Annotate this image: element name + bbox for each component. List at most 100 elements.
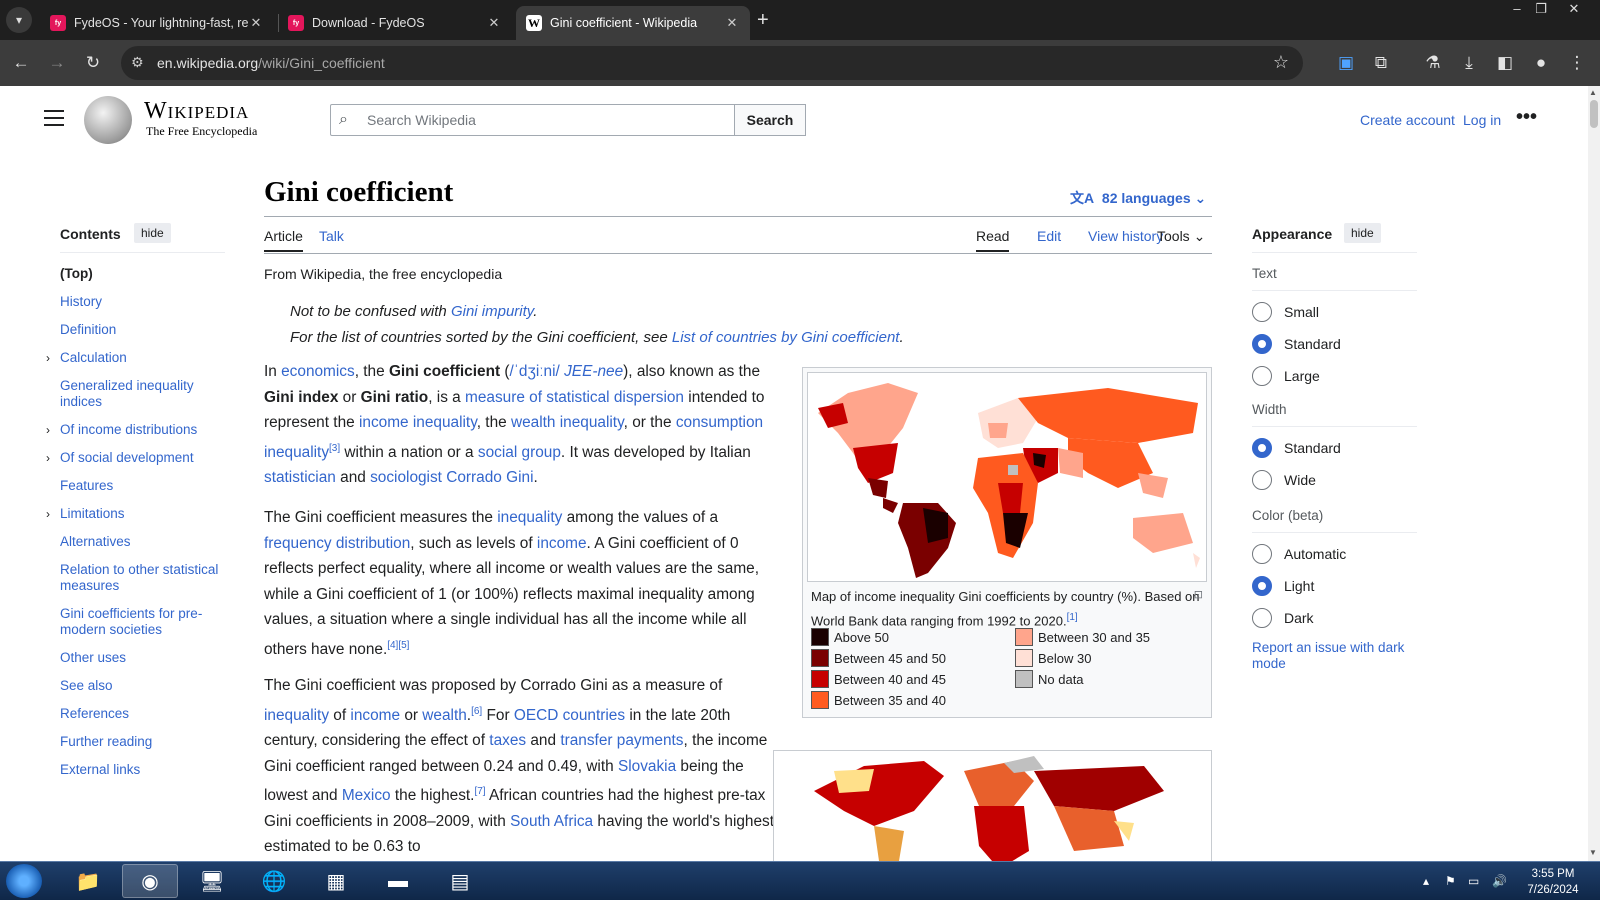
system-clock[interactable]: 3:55 PM 7/26/2024 [1518, 866, 1588, 898]
list-of-countries-link[interactable]: List of countries by Gini coefficient [672, 329, 900, 346]
download-icon[interactable]: ⤓ [1456, 50, 1482, 76]
radio-text-standard[interactable]: Standard [1252, 334, 1341, 354]
toc-item[interactable]: › Limitations [46, 506, 225, 522]
respelling-link[interactable]: JEE-nee [564, 363, 623, 380]
radio-width-wide[interactable]: Wide [1252, 470, 1316, 490]
radio-color-automatic[interactable]: Automatic [1252, 544, 1346, 564]
action-center-flag-icon[interactable]: ⚑ [1445, 874, 1456, 888]
article-link[interactable]: wealth inequality [511, 414, 624, 431]
site-info-icon[interactable]: ⚙ [131, 54, 144, 71]
expand-chevron-icon[interactable]: › [46, 422, 50, 438]
side-panel-icon[interactable]: ◧ [1492, 50, 1518, 76]
tab-edit[interactable]: Edit [1037, 228, 1061, 244]
article-link[interactable]: income [350, 707, 400, 724]
radio-color-dark[interactable]: Dark [1252, 608, 1314, 628]
new-tab-icon[interactable]: + [757, 9, 769, 32]
document-icon[interactable]: ▤ [432, 864, 488, 898]
toc-item[interactable]: › Of social development [46, 450, 225, 466]
citation[interactable]: [3] [329, 443, 340, 454]
radio-button[interactable] [1252, 544, 1272, 564]
restore-icon[interactable]: ❐ [1529, 0, 1553, 18]
languages-button[interactable]: 文A 82 languages ⌄ [1070, 188, 1206, 208]
toc-item[interactable]: Relation to other statistical measures [60, 562, 225, 594]
chrome-taskbar-icon[interactable]: ◉ [122, 864, 178, 898]
close-tab-icon[interactable]: ✕ [486, 15, 502, 31]
radio-button[interactable] [1252, 470, 1272, 490]
wikipedia-wordmark[interactable]: Wikipedia [144, 98, 249, 125]
toc-item[interactable]: Features [60, 478, 225, 494]
radio-button[interactable] [1252, 576, 1272, 596]
toc-item[interactable]: › Calculation [46, 350, 225, 366]
radio-button[interactable] [1252, 334, 1272, 354]
main-menu-icon[interactable] [44, 110, 64, 126]
tab-article[interactable]: Article [264, 228, 303, 252]
appearance-hide-button[interactable]: hide [1344, 223, 1381, 243]
browser-tab[interactable]: fy Download - FydeOS ✕ [278, 6, 512, 40]
radio-color-light[interactable]: Light [1252, 576, 1314, 596]
toc-item[interactable]: See also [60, 678, 225, 694]
enlarge-icon[interactable]: ⊡ [1194, 588, 1203, 601]
article-link[interactable]: wealth [422, 707, 467, 724]
menu-kebab-icon[interactable]: ⋮ [1564, 50, 1590, 76]
minimize-icon[interactable]: – [1505, 0, 1529, 18]
toc-item[interactable]: References [60, 706, 225, 722]
article-link[interactable]: OECD countries [514, 707, 625, 724]
radio-button[interactable] [1252, 608, 1272, 628]
tools-menu[interactable]: Tools ⌄ [1157, 228, 1205, 245]
second-map-figure[interactable] [773, 750, 1212, 870]
scroll-up-icon[interactable]: ▲ [1589, 88, 1597, 97]
start-button[interactable] [6, 864, 42, 898]
citation[interactable]: [4][5] [387, 640, 409, 651]
radio-button[interactable] [1252, 366, 1272, 386]
article-link[interactable]: transfer payments [560, 732, 683, 749]
citation[interactable]: [6] [471, 706, 482, 717]
office-icon[interactable]: ▦ [308, 864, 364, 898]
extensions-icon[interactable]: ⧉ [1368, 50, 1394, 76]
radio-text-large[interactable]: Large [1252, 366, 1320, 386]
article-link[interactable]: taxes [489, 732, 526, 749]
toc-item[interactable]: Further reading [60, 734, 225, 750]
article-link[interactable]: income inequality [359, 414, 477, 431]
create-account-link[interactable]: Create account [1360, 112, 1455, 128]
toc-item[interactable]: (Top) [60, 266, 225, 282]
article-link[interactable]: frequency distribution [264, 535, 410, 552]
close-tab-icon[interactable]: ✕ [724, 15, 740, 31]
article-link[interactable]: measure of statistical dispersion [465, 389, 684, 406]
report-dark-mode-link[interactable]: Report an issue with dark mode [1252, 640, 1417, 672]
radio-button[interactable] [1252, 302, 1272, 322]
toc-hide-button[interactable]: hide [134, 223, 171, 243]
tab-view-history[interactable]: View history [1088, 228, 1163, 244]
scrollbar-thumb[interactable] [1590, 100, 1598, 128]
tab-read[interactable]: Read [976, 228, 1010, 252]
tab-talk[interactable]: Talk [319, 228, 344, 244]
terminal-icon[interactable]: ▬ [370, 864, 426, 898]
browser-tab[interactable]: fy FydeOS - Your lightning-fast, re ✕ [40, 6, 274, 40]
citation[interactable]: [1] [1067, 612, 1078, 623]
world-map-image[interactable] [807, 372, 1207, 582]
profile-icon[interactable]: ● [1528, 50, 1554, 76]
search-button[interactable]: Search [735, 104, 806, 136]
toc-item[interactable]: External links [60, 762, 225, 778]
translate-extension-icon[interactable]: ▣ [1333, 50, 1359, 76]
search-box[interactable]: ⌕ [330, 104, 735, 136]
expand-chevron-icon[interactable]: › [46, 350, 50, 366]
toc-item[interactable]: Other uses [60, 650, 225, 666]
search-input[interactable] [367, 109, 727, 131]
bookmark-star-icon[interactable]: ☆ [1273, 52, 1289, 73]
radio-button[interactable] [1252, 438, 1272, 458]
close-window-icon[interactable]: ✕ [1562, 0, 1586, 18]
forward-icon[interactable]: → [44, 50, 70, 76]
close-tab-icon[interactable]: ✕ [248, 15, 264, 31]
file-explorer-icon[interactable]: 📁 [60, 864, 116, 898]
article-link[interactable]: economics [281, 363, 355, 380]
citation[interactable]: [7] [474, 786, 485, 797]
gini-impurity-link[interactable]: Gini impurity [451, 303, 533, 320]
expand-chevron-icon[interactable]: › [46, 450, 50, 466]
scrollbar-track[interactable] [1588, 86, 1600, 861]
article-link[interactable]: sociologist [370, 469, 442, 486]
address-bar[interactable]: ⚙ en.wikipedia.org/wiki/Gini_coefficient… [121, 46, 1303, 80]
log-in-link[interactable]: Log in [1463, 112, 1501, 128]
scroll-down-icon[interactable]: ▼ [1589, 848, 1597, 857]
more-options-icon[interactable]: ••• [1516, 106, 1537, 129]
toc-item[interactable]: Definition [60, 322, 225, 338]
